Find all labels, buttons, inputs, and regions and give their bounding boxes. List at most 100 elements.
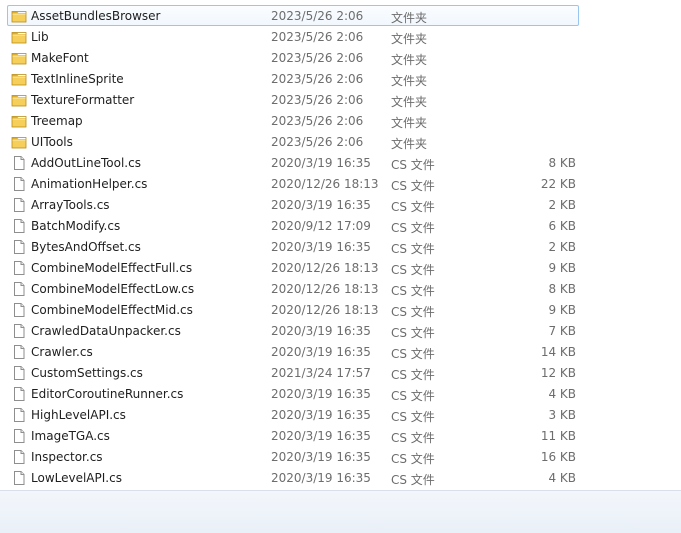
file-type: 文件夹 <box>391 137 428 151</box>
file-type: 文件夹 <box>391 53 428 67</box>
file-icon <box>11 239 27 255</box>
file-date-modified: 2020/3/19 16:35 <box>271 240 371 254</box>
details-pane <box>0 491 681 533</box>
file-row[interactable]: LowLevelAPI.cs 2020/3/19 16:35 CS 文件 4 KB <box>7 467 579 488</box>
file-type: 文件夹 <box>391 11 428 25</box>
file-row[interactable]: AddOutLineTool.cs 2020/3/19 16:35 CS 文件 8 K… <box>7 152 579 173</box>
file-type: CS 文件 <box>391 242 435 256</box>
file-type: CS 文件 <box>391 158 435 172</box>
file-row[interactable]: CrawledDataUnpacker.cs 2020/3/19 16:35 CS … <box>7 320 579 341</box>
file-name: Crawler.cs <box>31 345 93 359</box>
file-row[interactable]: ArrayTools.cs 2020/3/19 16:35 CS 文件 2 KB <box>7 194 579 215</box>
file-row[interactable]: BytesAndOffset.cs 2020/3/19 16:35 CS 文件 2 K… <box>7 236 579 257</box>
file-row[interactable]: BatchModify.cs 2020/9/12 17:09 CS 文件 6 KB <box>7 215 579 236</box>
file-row[interactable]: Lib 2023/5/26 2:06 文件夹 <box>7 26 579 47</box>
file-row[interactable]: EditorCoroutineRunner.cs 2020/3/19 16:35 C… <box>7 383 579 404</box>
file-row[interactable]: AnimationHelper.cs 2020/12/26 18:13 CS 文件 2… <box>7 173 579 194</box>
file-date-modified: 2023/5/26 2:06 <box>271 9 364 23</box>
file-type: CS 文件 <box>391 326 435 340</box>
file-icon <box>11 428 27 444</box>
file-size: 11 KB <box>540 429 576 443</box>
file-size: 12 KB <box>540 366 576 380</box>
file-date-modified: 2023/5/26 2:06 <box>271 93 364 107</box>
file-row[interactable]: Crawler.cs 2020/3/19 16:35 CS 文件 14 KB <box>7 341 579 362</box>
file-type: 文件夹 <box>391 74 428 88</box>
file-size: 22 KB <box>540 177 576 191</box>
file-icon <box>11 365 27 381</box>
file-name: LowLevelAPI.cs <box>31 471 122 485</box>
file-row[interactable]: CombineModelEffectFull.cs 2020/12/26 18:1… <box>7 257 579 278</box>
file-name: CustomSettings.cs <box>31 366 143 380</box>
file-size: 6 KB <box>548 219 576 233</box>
folder-icon <box>11 29 27 45</box>
file-type: CS 文件 <box>391 389 435 403</box>
folder-icon <box>11 113 27 129</box>
file-name: ArrayTools.cs <box>31 198 110 212</box>
file-name: BatchModify.cs <box>31 219 121 233</box>
file-name: TextureFormatter <box>31 93 135 107</box>
file-date-modified: 2020/9/12 17:09 <box>271 219 371 233</box>
file-size: 4 KB <box>548 387 576 401</box>
file-icon <box>11 449 27 465</box>
folder-icon <box>11 71 27 87</box>
file-icon <box>11 344 27 360</box>
file-icon <box>11 155 27 171</box>
file-type: CS 文件 <box>391 221 435 235</box>
file-icon <box>11 218 27 234</box>
file-row[interactable]: Inspector.cs 2020/3/19 16:35 CS 文件 16 KB <box>7 446 579 467</box>
file-date-modified: 2023/5/26 2:06 <box>271 135 364 149</box>
file-row[interactable]: TextInlineSprite 2023/5/26 2:06 文件夹 <box>7 68 579 89</box>
file-size: 2 KB <box>548 240 576 254</box>
file-date-modified: 2023/5/26 2:06 <box>271 114 364 128</box>
file-row[interactable]: CustomSettings.cs 2021/3/24 17:57 CS 文件 12 … <box>7 362 579 383</box>
file-date-modified: 2020/3/19 16:35 <box>271 429 371 443</box>
file-date-modified: 2023/5/26 2:06 <box>271 72 364 86</box>
file-row[interactable]: TextureFormatter 2023/5/26 2:06 文件夹 <box>7 89 579 110</box>
file-type: CS 文件 <box>391 347 435 361</box>
file-date-modified: 2020/3/19 16:35 <box>271 471 371 485</box>
file-name: ImageTGA.cs <box>31 429 110 443</box>
file-name: UITools <box>31 135 73 149</box>
file-row[interactable]: AssetBundlesBrowser 2023/5/26 2:06 文件夹 <box>7 5 579 26</box>
file-row[interactable]: CombineModelEffectMid.cs 2020/12/26 18:13… <box>7 299 579 320</box>
file-type: CS 文件 <box>391 284 435 298</box>
file-row[interactable]: UITools 2023/5/26 2:06 文件夹 <box>7 131 579 152</box>
file-name: CombineModelEffectLow.cs <box>31 282 195 296</box>
file-row[interactable]: CombineModelEffectLow.cs 2020/12/26 18:13… <box>7 278 579 299</box>
file-name: CombineModelEffectMid.cs <box>31 303 193 317</box>
file-size: 16 KB <box>540 450 576 464</box>
file-name: BytesAndOffset.cs <box>31 240 141 254</box>
file-type: CS 文件 <box>391 452 435 466</box>
file-date-modified: 2020/3/19 16:35 <box>271 387 371 401</box>
file-name: TextInlineSprite <box>31 72 124 86</box>
file-size: 9 KB <box>548 261 576 275</box>
file-name: AnimationHelper.cs <box>31 177 148 191</box>
file-date-modified: 2023/5/26 2:06 <box>271 30 364 44</box>
file-row[interactable]: MakeFont 2023/5/26 2:06 文件夹 <box>7 47 579 68</box>
file-name: AssetBundlesBrowser <box>31 9 161 23</box>
file-date-modified: 2020/3/19 16:35 <box>271 324 371 338</box>
file-list[interactable]: AssetBundlesBrowser 2023/5/26 2:06 文件夹 Lib 2… <box>0 5 681 490</box>
folder-icon <box>11 50 27 66</box>
file-row[interactable]: ImageTGA.cs 2020/3/19 16:35 CS 文件 11 KB <box>7 425 579 446</box>
file-date-modified: 2020/12/26 18:13 <box>271 261 379 275</box>
file-icon <box>11 176 27 192</box>
file-name: CombineModelEffectFull.cs <box>31 261 193 275</box>
file-date-modified: 2020/3/19 16:35 <box>271 408 371 422</box>
folder-icon <box>11 92 27 108</box>
file-row[interactable]: HighLevelAPI.cs 2020/3/19 16:35 CS 文件 3 KB <box>7 404 579 425</box>
file-icon <box>11 470 27 486</box>
folder-icon <box>11 8 27 24</box>
file-type: CS 文件 <box>391 368 435 382</box>
file-type: CS 文件 <box>391 473 435 487</box>
file-icon <box>11 323 27 339</box>
file-date-modified: 2020/3/19 16:35 <box>271 198 371 212</box>
file-date-modified: 2020/3/19 16:35 <box>271 345 371 359</box>
file-name: Treemap <box>31 114 83 128</box>
file-date-modified: 2020/3/19 16:35 <box>271 450 371 464</box>
file-type: CS 文件 <box>391 305 435 319</box>
file-type: CS 文件 <box>391 431 435 445</box>
file-row[interactable]: Treemap 2023/5/26 2:06 文件夹 <box>7 110 579 131</box>
file-size: 4 KB <box>548 471 576 485</box>
file-icon <box>11 197 27 213</box>
